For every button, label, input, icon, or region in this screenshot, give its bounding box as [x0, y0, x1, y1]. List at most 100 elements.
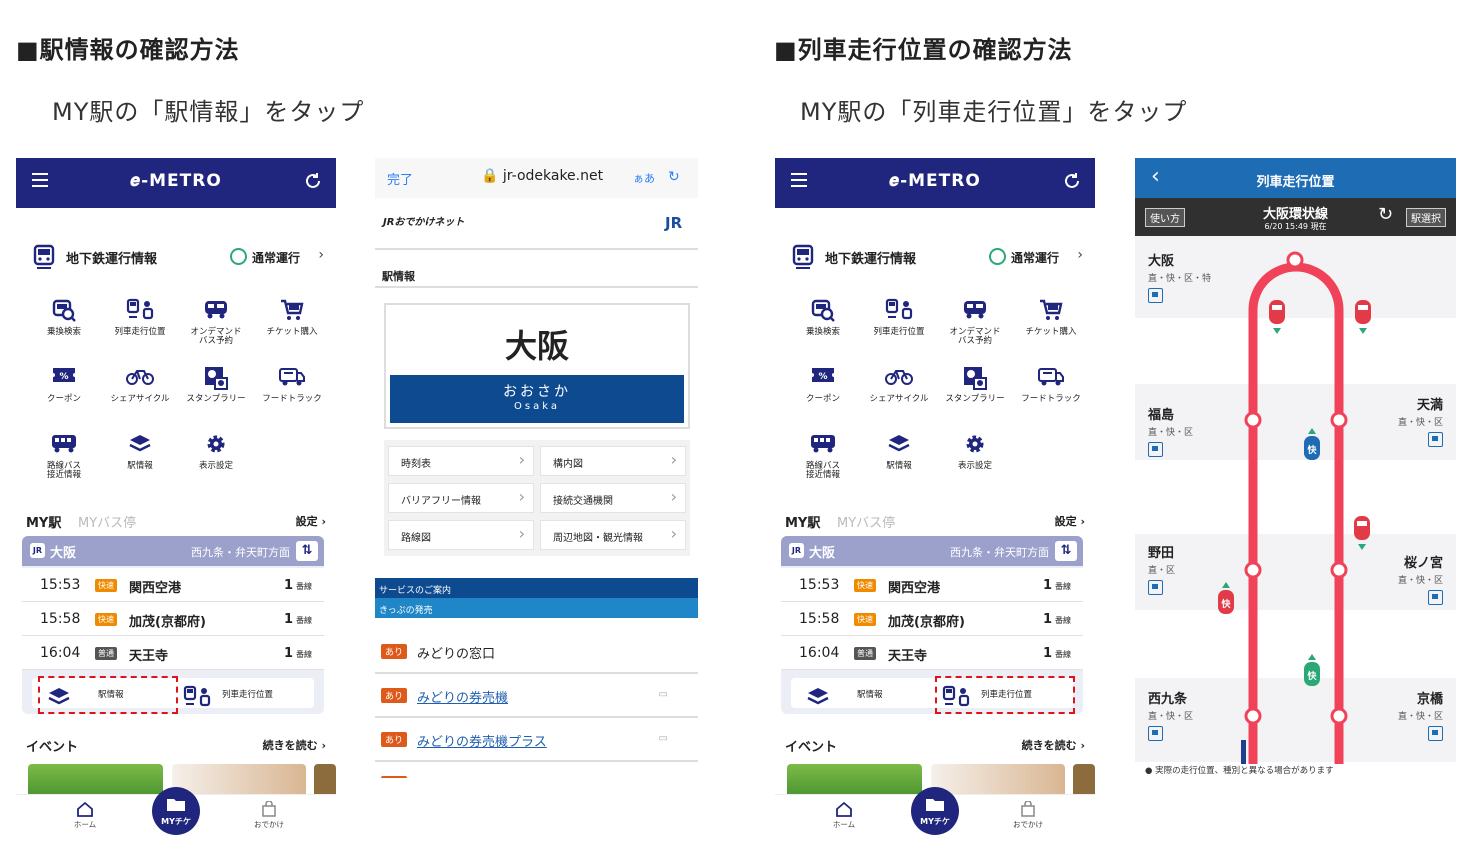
train-marker[interactable] — [1269, 300, 1285, 324]
reload-icon[interactable]: ↻ — [668, 169, 680, 185]
service-label[interactable]: みどりの券売機プラス — [417, 731, 547, 750]
grid-item-gear[interactable]: 表示設定 — [178, 432, 254, 471]
station-link-item[interactable]: 路線図 › — [388, 520, 534, 550]
departure-row: 15:58 快速 加茂(京都府) 1 番線 — [22, 602, 324, 636]
event-more-link[interactable]: 続きを読む › — [1022, 737, 1085, 753]
station-detail-icon[interactable] — [1148, 726, 1163, 741]
my-bus-stop-tab[interactable]: MYバス停 — [78, 512, 136, 531]
station-detail-icon[interactable] — [1428, 726, 1443, 741]
grid-item-label: 表示設定 — [957, 461, 992, 471]
station-detail-icon[interactable] — [1148, 580, 1163, 595]
station-label-right[interactable]: 天満 直・快・区 — [1398, 394, 1443, 451]
grid-item-station-info[interactable]: 駅情報 — [102, 432, 178, 471]
station-label-left[interactable]: 福島 直・快・区 — [1148, 404, 1193, 461]
station-train-types: 直・快・区 — [1397, 576, 1443, 586]
left-section-instruction: MY駅の「駅情報」をタップ — [52, 98, 365, 126]
grid-item-train-position[interactable]: 列車走行位置 — [102, 298, 178, 337]
grid-item-transfer-search[interactable]: 乗換検索 — [785, 298, 861, 337]
jr-badge: JR — [789, 543, 804, 558]
grid-item-route-bus[interactable]: 路線バス 接近情報 — [26, 432, 102, 481]
grid-item-bicycle[interactable]: シェアサイクル — [861, 365, 937, 404]
grid-item-food-truck[interactable]: フードトラック — [1013, 365, 1089, 404]
tab-odekake[interactable]: おでかけ — [993, 801, 1063, 830]
ticket-header: きっぷの発売 — [375, 598, 698, 618]
train-position-button[interactable]: 列車走行位置 — [174, 678, 314, 708]
grid-item-stamp-rally[interactable]: スタンプラリー — [178, 365, 254, 404]
refresh-icon[interactable]: ↻ — [1378, 204, 1393, 225]
settings-link[interactable]: 設定 › — [296, 513, 326, 529]
grid-item-coupon[interactable]: % クーポン — [26, 365, 102, 404]
tab-mytike[interactable]: MYチケ — [152, 787, 200, 835]
done-button[interactable]: 完了 — [387, 169, 413, 188]
station-select-button[interactable]: 駅選択 — [1406, 208, 1446, 227]
swap-direction-icon[interactable]: ⇅ — [1055, 541, 1077, 561]
bicycle-icon — [102, 365, 178, 391]
grid-item-label: クーポン — [46, 394, 81, 404]
grid-item-label: 乗換検索 — [46, 327, 81, 337]
url-bar[interactable]: 🔒 jr-odekake.net — [481, 168, 603, 184]
station-label-right[interactable]: 桜ノ宮 直・快・区 — [1398, 552, 1443, 609]
grid-item-label: 列車走行位置 — [114, 327, 166, 337]
station-detail-icon[interactable] — [1148, 288, 1163, 303]
tab-home[interactable]: ホーム — [50, 801, 120, 830]
service-label[interactable]: みどりの券売機 — [417, 687, 508, 706]
normal-status-icon — [989, 248, 1006, 265]
train-marker[interactable] — [1355, 300, 1371, 324]
station-link-item[interactable]: 構内図 › — [540, 446, 686, 476]
train-window — [1272, 305, 1282, 310]
app-logo: 𝒆-METRO — [889, 171, 981, 191]
refresh-icon[interactable] — [1063, 172, 1081, 190]
grid-item-ondemand-bus[interactable]: オンデマンド バス予約 — [178, 298, 254, 347]
chevron-right-icon: › — [518, 487, 525, 506]
subway-status-row[interactable]: 地下鉄運行情報 通常運行 › — [16, 238, 336, 276]
subway-status-row[interactable]: 地下鉄運行情報 通常運行 › — [775, 238, 1095, 276]
service-row[interactable]: あり みどりの券売機 ▭ — [375, 674, 698, 718]
swap-direction-icon[interactable]: ⇅ — [296, 541, 318, 561]
grid-item-ondemand-bus[interactable]: オンデマンド バス予約 — [937, 298, 1013, 347]
train-marker[interactable] — [1354, 516, 1370, 540]
service-row[interactable]: あり みどりの券売機プラス ▭ — [375, 718, 698, 762]
grid-item-stamp-rally[interactable]: スタンプラリー — [937, 365, 1013, 404]
grid-item-transfer-search[interactable]: 乗換検索 — [26, 298, 102, 337]
refresh-icon[interactable] — [304, 172, 322, 190]
station-node — [1244, 707, 1262, 725]
station-label-right[interactable]: 京橋 直・快・区 — [1398, 688, 1443, 745]
station-info-button[interactable]: 駅情報 — [791, 678, 931, 708]
station-detail-icon[interactable] — [1148, 442, 1163, 457]
grid-item-train-position[interactable]: 列車走行位置 — [861, 298, 937, 337]
my-bus-stop-tab[interactable]: MYバス停 — [837, 512, 895, 531]
food-truck-icon — [254, 365, 330, 391]
available-badge: あり — [381, 732, 408, 747]
direction-arrow — [1359, 328, 1367, 334]
station-label-left[interactable]: 野田 直・区 — [1148, 542, 1175, 599]
my-station-tab[interactable]: MY駅 — [26, 512, 61, 531]
grid-item-coupon[interactable]: % クーポン — [785, 365, 861, 404]
grid-item-route-bus[interactable]: 路線バス 接近情報 — [785, 432, 861, 481]
tab-mytike[interactable]: MYチケ — [911, 787, 959, 835]
station-label-left[interactable]: 西九条 直・快・区 — [1148, 688, 1193, 745]
site-logo[interactable]: JRおでかけネット — [383, 213, 464, 228]
grid-item-gear[interactable]: 表示設定 — [937, 432, 1013, 471]
grid-item-ticket-cart[interactable]: チケット購入 — [1013, 298, 1089, 337]
direction-arrow — [1222, 582, 1230, 588]
platform-unit: 番線 — [1055, 616, 1071, 625]
station-link-item[interactable]: バリアフリー情報 › — [388, 483, 534, 513]
grid-item-label: フードトラック — [262, 394, 322, 404]
station-link-item[interactable]: 周辺地図・観光情報 › — [540, 520, 686, 550]
my-station-tab[interactable]: MY駅 — [785, 512, 820, 531]
station-detail-icon[interactable] — [1428, 432, 1443, 447]
station-link-item[interactable]: 時刻表 › — [388, 446, 534, 476]
station-link-item[interactable]: 接続交通機関 › — [540, 483, 686, 513]
grid-item-station-info[interactable]: 駅情報 — [861, 432, 937, 471]
settings-link[interactable]: 設定 › — [1055, 513, 1085, 529]
tab-home[interactable]: ホーム — [809, 801, 879, 830]
text-size-button[interactable]: ぁあ — [633, 170, 655, 186]
station-label-left[interactable]: 大阪 直・快・区・特 — [1148, 250, 1211, 307]
grid-item-food-truck[interactable]: フードトラック — [254, 365, 330, 404]
grid-item-bicycle[interactable]: シェアサイクル — [102, 365, 178, 404]
service-header: サービスのご案内 — [375, 578, 698, 598]
tab-odekake[interactable]: おでかけ — [234, 801, 304, 830]
grid-item-ticket-cart[interactable]: チケット購入 — [254, 298, 330, 337]
station-detail-icon[interactable] — [1428, 590, 1443, 605]
event-more-link[interactable]: 続きを読む › — [263, 737, 326, 753]
